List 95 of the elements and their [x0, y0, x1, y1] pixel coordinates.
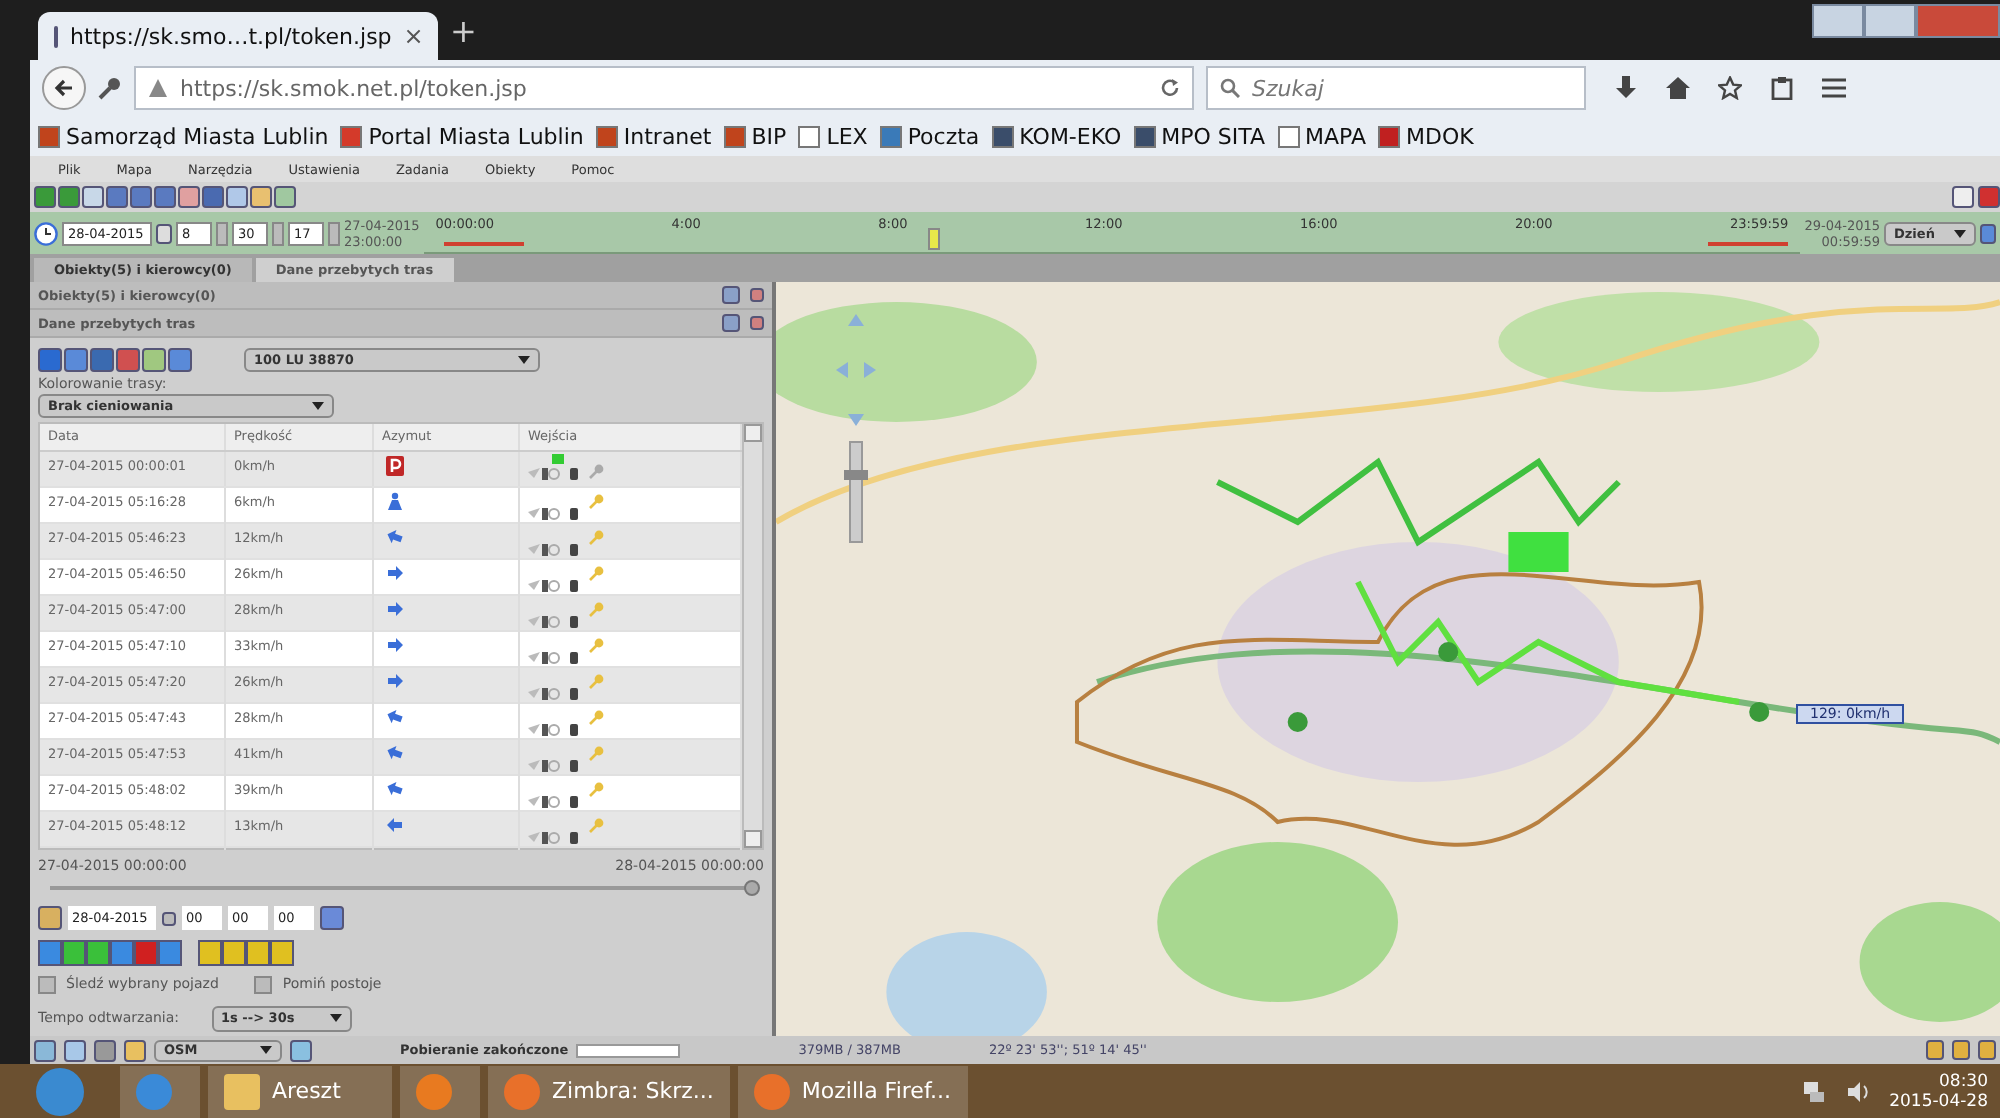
bookmark-link[interactable]: BIP [723, 123, 787, 149]
address-bar[interactable]: https://sk.smok.net.pl/token.jsp [134, 66, 1194, 110]
bookmark-icon [723, 125, 746, 147]
key-icon[interactable] [98, 76, 122, 100]
playback-button[interactable] [86, 939, 110, 965]
taskbar-label: Mozilla Firef... [801, 1078, 951, 1104]
sensor-icons-drawing [528, 758, 580, 772]
parking-icon [386, 456, 404, 476]
step-button[interactable] [198, 939, 222, 965]
taskbar-button[interactable]: Areszt [208, 1065, 392, 1117]
spinner-button[interactable] [272, 221, 284, 245]
bookmark-icon [38, 125, 60, 147]
playback-button[interactable] [134, 939, 158, 965]
close-tab-button[interactable]: × [403, 22, 424, 50]
step-button[interactable] [270, 939, 294, 965]
clock-icon[interactable] [34, 221, 58, 245]
reload-icon[interactable] [1160, 78, 1180, 98]
checkbox[interactable] [38, 975, 56, 993]
minimize-button[interactable] [1812, 4, 1864, 38]
search-field[interactable]: Szukaj [1206, 66, 1586, 110]
network-icon[interactable] [1801, 1079, 1826, 1103]
tool-icon[interactable] [1952, 186, 1974, 208]
bookmark-icon [1378, 125, 1401, 147]
step-button[interactable] [246, 939, 270, 965]
start-button[interactable] [36, 1067, 84, 1115]
taskbar-label: Zimbra: Skrz... [552, 1078, 714, 1104]
tool-icon[interactable] [226, 186, 248, 208]
bookmark-link[interactable]: KOM-EKO [991, 123, 1122, 149]
sensor-icons-drawing [528, 794, 580, 808]
bookmark-link[interactable]: Intranet [595, 123, 712, 149]
tool-icon[interactable] [142, 348, 166, 372]
tool-icon[interactable] [130, 186, 152, 208]
sensor-icons-drawing [528, 578, 580, 592]
step-button[interactable] [222, 939, 246, 965]
download-icon[interactable] [1614, 76, 1638, 100]
home-icon[interactable] [1666, 76, 1690, 100]
back-button[interactable] [42, 66, 86, 110]
scrollbar[interactable] [742, 424, 762, 848]
sensor-icons-drawing [528, 466, 580, 480]
bookmark-link[interactable]: MPO SITA [1133, 123, 1266, 149]
playback-button[interactable] [38, 939, 62, 965]
tool-icon[interactable] [178, 186, 200, 208]
sensor-icons-drawing [528, 722, 580, 736]
checkbox[interactable] [254, 975, 273, 993]
spinner-button[interactable] [328, 221, 340, 245]
bookmark-icon [1133, 125, 1156, 147]
clipboard-icon[interactable] [1770, 76, 1794, 100]
back-icon [54, 78, 74, 98]
tool-icon[interactable] [154, 186, 176, 208]
playback-button[interactable] [158, 939, 182, 965]
playback-button[interactable] [62, 939, 86, 965]
tool-icon[interactable] [168, 348, 192, 372]
taskbar-label: Areszt [272, 1078, 341, 1104]
sensor-icons-drawing [528, 614, 580, 628]
tool-icon[interactable] [82, 186, 104, 208]
browser-tab[interactable]: https://sk.smo…t.pl/token.jsp × [38, 12, 438, 60]
tool-icon[interactable] [274, 186, 296, 208]
timeline-thumb[interactable] [927, 228, 939, 250]
tool-icon[interactable] [64, 348, 88, 372]
taskbar-button[interactable]: Zimbra: Skrz... [488, 1065, 730, 1117]
bookmark-icon [798, 125, 821, 147]
menu-icon[interactable] [1822, 76, 1846, 100]
tool-icon[interactable] [106, 186, 128, 208]
bookmark-link[interactable]: Samorząd Miasta Lublin [38, 123, 329, 149]
bookmark-icon [991, 125, 1014, 147]
tool-icon[interactable] [202, 186, 224, 208]
bookmark-link[interactable]: MAPA [1277, 123, 1367, 149]
bookmark-link[interactable]: Portal Miasta Lublin [340, 123, 584, 149]
clock-date[interactable]: 2015-04-28 [1889, 1091, 1988, 1111]
star-icon[interactable] [1718, 76, 1742, 100]
bookmark-icon [879, 125, 902, 147]
sensor-icons-drawing [528, 542, 580, 556]
spinner-button[interactable] [216, 221, 228, 245]
slider-thumb[interactable] [744, 880, 760, 896]
sensor-icons-drawing [528, 650, 580, 664]
volume-icon[interactable] [1845, 1079, 1870, 1103]
bookmark-link[interactable]: MDOK [1378, 123, 1474, 149]
maximize-button[interactable] [1864, 4, 1916, 38]
sensor-icons-drawing [528, 686, 580, 700]
bookmark-icon [340, 125, 363, 147]
bookmark-icon [595, 125, 618, 147]
tab-title: https://sk.smo…t.pl/token.jsp [70, 23, 392, 49]
playback-button[interactable] [110, 939, 134, 965]
bookmark-link[interactable]: LEX [798, 123, 868, 149]
clock-time[interactable]: 08:30 [1939, 1071, 1988, 1091]
person-icon [386, 492, 404, 510]
sensor-icons-drawing [528, 506, 580, 520]
taskbar-button[interactable]: Mozilla Firef... [737, 1065, 967, 1117]
bookmark-link[interactable]: Poczta [879, 123, 980, 149]
new-tab-button[interactable]: + [450, 11, 477, 49]
tool-icon[interactable] [250, 186, 272, 208]
bookmark-icon [1277, 125, 1300, 147]
search-icon [1220, 78, 1240, 98]
sensor-icons-drawing [528, 830, 580, 844]
warning-icon [148, 78, 168, 98]
